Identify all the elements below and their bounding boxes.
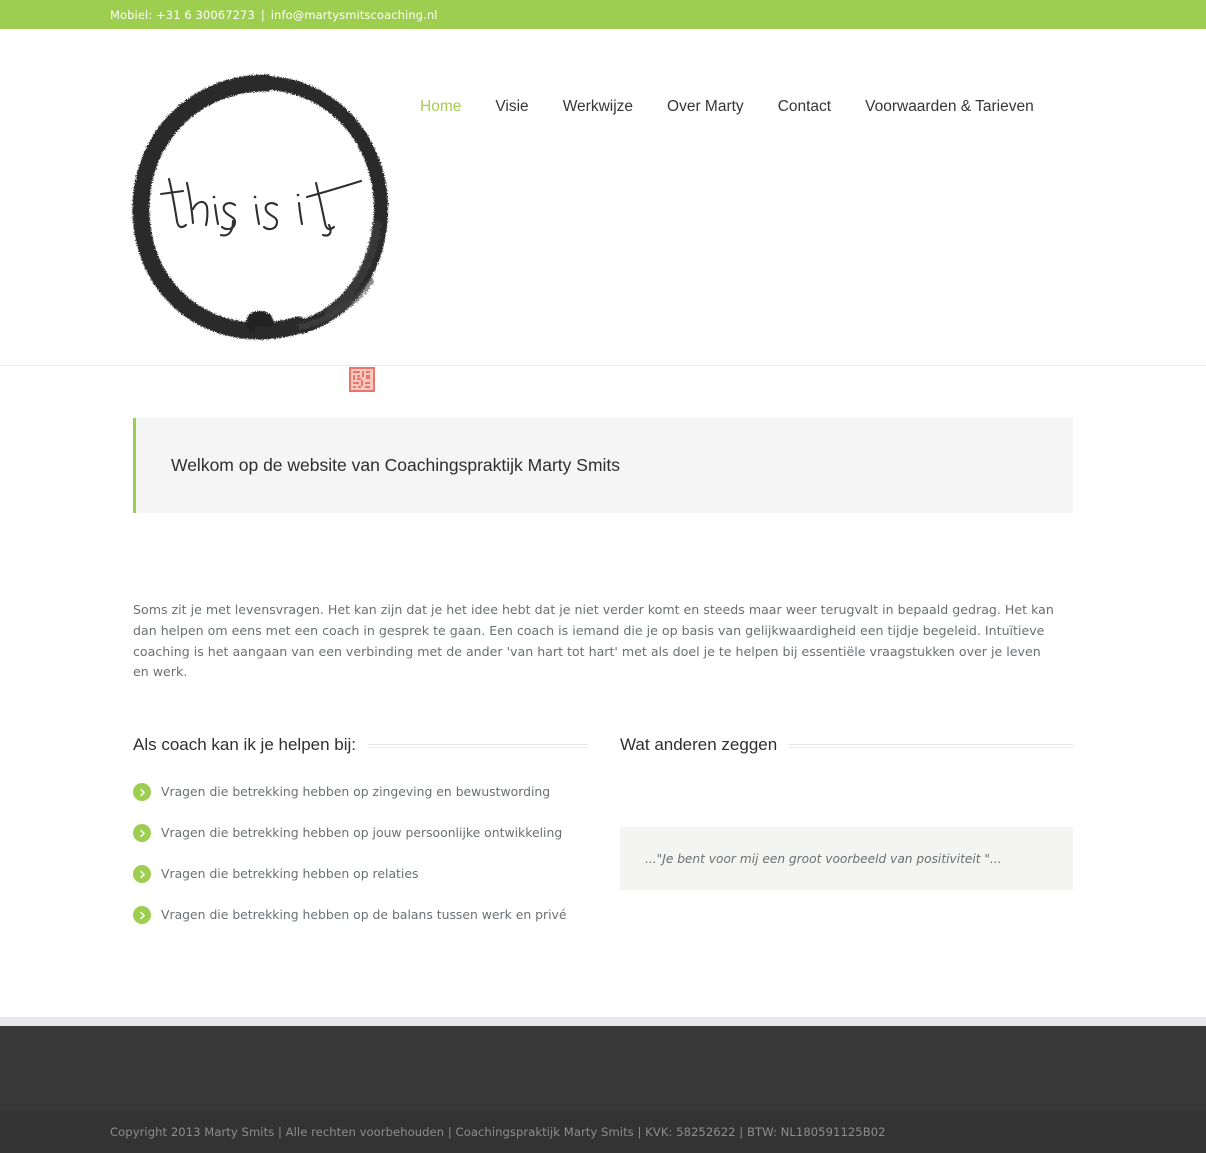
testimonial-section-title: Wat anderen zeggen bbox=[620, 735, 778, 755]
list-item: Vragen die betrekking hebben op zingevin… bbox=[133, 781, 588, 803]
nav-item-home[interactable]: Home bbox=[420, 97, 495, 117]
red-seal-stamp-icon bbox=[349, 367, 375, 392]
list-item: Vragen die betrekking hebben op jouw per… bbox=[133, 822, 588, 844]
chevron-right-icon bbox=[133, 865, 151, 884]
main-navigation[interactable]: Home Visie Werkwijze Over Marty Contact … bbox=[420, 97, 1068, 117]
testimonial-box: ..."Je bent voor mij een groot voorbeeld… bbox=[620, 827, 1073, 891]
page-title: Welkom op de website van Coachingsprakti… bbox=[171, 455, 621, 475]
content-container: Welkom op de website van Coachingsprakti… bbox=[133, 418, 1073, 945]
nav-item-werkwijze[interactable]: Werkwijze bbox=[563, 97, 667, 117]
intro-paragraph: Soms zit je met levensvragen. Het kan zi… bbox=[133, 602, 1054, 680]
coach-section-header: Als coach kan ik je helpen bij: bbox=[133, 735, 588, 755]
site-logo[interactable] bbox=[113, 57, 413, 392]
footer-copyright-bar: Copyright 2013 Marty Smits | Alle rechte… bbox=[0, 1111, 1206, 1153]
nav-item-voorwaarden-tarieven[interactable]: Voorwaarden & Tarieven bbox=[865, 97, 1068, 117]
phone-label: Mobiel: +31 6 30067273 bbox=[110, 7, 255, 22]
site-header: Home Visie Werkwijze Over Marty Contact … bbox=[0, 29, 1206, 392]
welcome-banner: Welkom op de website van Coachingsprakti… bbox=[133, 418, 1073, 513]
list-item-label: Vragen die betrekking hebben op de balan… bbox=[161, 907, 567, 923]
coach-help-column: Als coach kan ik je helpen bij: Vragen d… bbox=[133, 735, 588, 945]
list-item-label: Vragen die betrekking hebben op jouw per… bbox=[161, 825, 563, 841]
heading-rule bbox=[789, 744, 1073, 749]
list-item: Vragen die betrekking hebben op relaties bbox=[133, 863, 588, 885]
top-contact-bar: Mobiel: +31 6 30067273 | info@martysmits… bbox=[0, 0, 1206, 29]
nav-item-contact[interactable]: Contact bbox=[778, 97, 865, 117]
topbar-separator: | bbox=[260, 7, 265, 22]
list-item: Vragen die betrekking hebben op de balan… bbox=[133, 904, 588, 926]
enso-circle-icon bbox=[132, 74, 389, 340]
chevron-right-icon bbox=[133, 906, 151, 925]
coach-help-list: Vragen die betrekking hebben op zingevin… bbox=[133, 781, 588, 926]
testimonial-column: Wat anderen zeggen ..."Je bent voor mij … bbox=[620, 735, 1073, 945]
content-bottom-spacer bbox=[0, 945, 1206, 1018]
nav-item-visie[interactable]: Visie bbox=[495, 97, 562, 117]
copyright-text: Copyright 2013 Marty Smits | Alle rechte… bbox=[110, 1125, 886, 1140]
footer-widget-area bbox=[0, 1026, 1206, 1112]
list-item-label: Vragen die betrekking hebben op relaties bbox=[161, 866, 419, 882]
chevron-right-icon bbox=[133, 824, 151, 843]
main-content: Welkom op de website van Coachingsprakti… bbox=[0, 418, 1206, 1018]
coach-section-title: Als coach kan ik je helpen bij: bbox=[133, 735, 357, 755]
heading-rule bbox=[368, 744, 588, 749]
two-column-section: Als coach kan ik je helpen bij: Vragen d… bbox=[133, 735, 1073, 945]
footer-divider bbox=[0, 1017, 1206, 1027]
testimonial-quote: ..."Je bent voor mij een groot voorbeeld… bbox=[645, 851, 1002, 866]
email-link[interactable]: info@martysmitscoaching.nl bbox=[271, 8, 438, 22]
testimonial-section-header: Wat anderen zeggen bbox=[620, 735, 1073, 755]
chevron-right-icon bbox=[133, 783, 151, 802]
list-item-label: Vragen die betrekking hebben op zingevin… bbox=[161, 784, 551, 800]
nav-item-over-marty[interactable]: Over Marty bbox=[667, 97, 778, 117]
